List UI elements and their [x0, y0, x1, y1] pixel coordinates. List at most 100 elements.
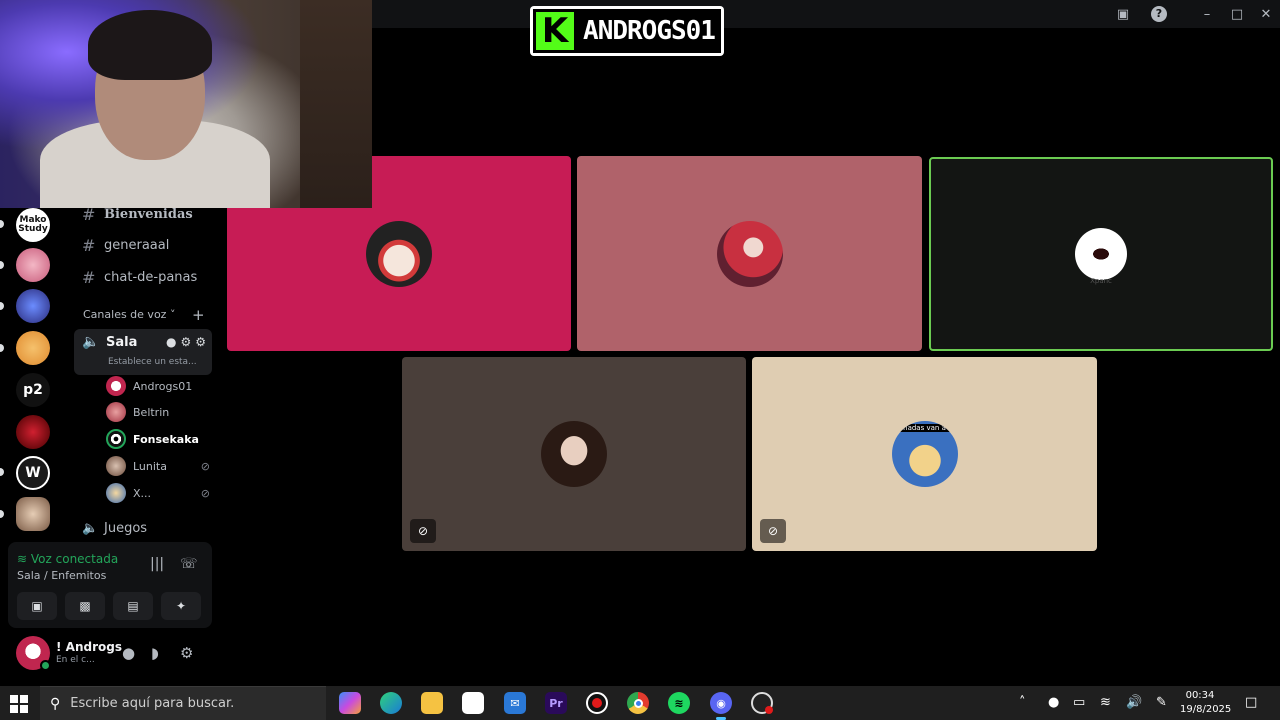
signal-icon: ≋	[17, 552, 28, 566]
screen-share-icon: ▩	[79, 599, 91, 613]
voice-user[interactable]: Beltrin	[106, 401, 216, 423]
pen-icon[interactable]: ✎	[1156, 695, 1167, 710]
chat-icon[interactable]: ●	[166, 335, 176, 349]
mail-icon[interactable]: ✉	[504, 692, 526, 714]
server-rail: Mako Study p2 W	[0, 208, 68, 538]
voice-category-header[interactable]: Canales de voz ˅	[83, 308, 175, 321]
microphone-icon[interactable]: ●	[1048, 695, 1059, 710]
voice-user[interactable]: Lunita ⊘	[106, 455, 216, 477]
close-icon[interactable]: ✕	[1256, 4, 1276, 24]
windows-taskbar: ⚲ Escribe aquí para buscar. ✉ Pr ≋ ◉ ˄ ●…	[0, 686, 1280, 720]
eye-avatar-icon	[1075, 228, 1127, 280]
file-explorer-icon[interactable]	[421, 692, 443, 714]
muted-mic-icon: ⊘	[410, 519, 436, 543]
avatar	[366, 220, 432, 287]
gamepad-icon: ▤	[127, 599, 139, 613]
wifi-icon[interactable]: ≋	[1100, 695, 1111, 710]
server-unread-pill	[0, 261, 4, 269]
hash-icon: #	[82, 267, 96, 287]
avatar	[106, 402, 126, 422]
server-mako-study[interactable]: Mako Study	[16, 208, 50, 242]
avatar	[106, 429, 126, 449]
voice-user-speaking[interactable]: Fonsekaka	[106, 428, 216, 450]
avatar	[106, 483, 126, 503]
minimize-icon[interactable]: –	[1197, 4, 1217, 24]
channel-chat-de-panas[interactable]: # chat-de-panas	[82, 266, 197, 288]
server-red-icon[interactable]	[16, 415, 50, 449]
muted-mic-icon: ⊘	[760, 519, 786, 543]
maximize-icon[interactable]: □	[1227, 4, 1247, 24]
avatar	[716, 220, 783, 287]
speaker-icon: 🔈	[82, 520, 99, 536]
edge-icon[interactable]	[380, 692, 402, 714]
webcam-background	[300, 0, 372, 208]
server-p2[interactable]: p2	[16, 373, 50, 407]
spotify-icon[interactable]: ≋	[668, 692, 690, 714]
avatar	[106, 456, 126, 476]
server-anime-icon[interactable]	[16, 248, 50, 282]
voice-user[interactable]: X... ⊘	[106, 482, 216, 504]
streamer-name: ANDROGS01	[577, 9, 721, 53]
chevron-down-icon: ˅	[169, 308, 176, 321]
recorder-icon[interactable]	[751, 692, 773, 714]
show-hidden-icons-chevron-icon[interactable]: ˄	[1019, 695, 1026, 710]
discord-window: ▣ ? – □ ✕ K ANDROGS01 Mako Study p2 W #	[0, 0, 1280, 686]
voice-channel-sala[interactable]: 🔈 Sala ● ⚙ ⚙ Establece un esta...	[74, 329, 212, 375]
search-icon: ⚲	[50, 695, 61, 712]
noise-suppression-icon[interactable]: |||	[150, 556, 164, 572]
server-dog-icon[interactable]	[16, 331, 50, 365]
add-channel-button[interactable]: +	[192, 306, 205, 324]
channel-list: # Bienvenidas # generaaal # chat-de-pana…	[68, 205, 220, 540]
webcam-overlay	[0, 0, 372, 208]
camera-off-button[interactable]: ▣	[17, 592, 57, 620]
windows-start-icon[interactable]	[10, 695, 28, 713]
obs-record-icon[interactable]	[586, 692, 608, 714]
voice-channel-juegos[interactable]: 🔈 Juegos	[82, 517, 147, 539]
participant-tile-lunita[interactable]: ⊘	[402, 357, 746, 551]
copilot-icon[interactable]	[339, 692, 361, 714]
premiere-pro-icon[interactable]: Pr	[545, 692, 567, 714]
avatar-caption: Xpanc	[1090, 277, 1112, 285]
participant-tile-fonsekaka-speaking[interactable]: Xpanc	[929, 157, 1273, 351]
participant-tile-x[interactable]: nadas van a ⊘	[752, 357, 1097, 551]
soundboard-button[interactable]: ✦	[161, 592, 201, 620]
chrome-icon[interactable]	[627, 692, 649, 714]
streamer-logo: K ANDROGS01	[530, 6, 724, 56]
server-unread-pill	[0, 468, 4, 476]
taskbar-clock[interactable]: 00:34 19/8/2025	[1180, 689, 1231, 717]
sala-actions: ● ⚙ ⚙	[166, 335, 206, 349]
server-unread-pill	[0, 344, 4, 352]
taskbar-search[interactable]: ⚲ Escribe aquí para buscar.	[40, 686, 326, 720]
screen-share-button[interactable]: ▩	[65, 592, 105, 620]
headphones-icon[interactable]: ◗	[151, 644, 159, 662]
gear-icon[interactable]: ⚙	[195, 335, 206, 349]
voice-connected-label[interactable]: ≋ Voz conectada	[17, 552, 118, 566]
soundboard-icon: ✦	[175, 599, 187, 613]
server-blue-icon[interactable]	[16, 289, 50, 323]
voice-connection-panel: ≋ Voz conectada Sala / Enfemitos ||| ☏ ▣…	[8, 542, 212, 628]
server-unread-pill	[0, 510, 4, 518]
microphone-icon[interactable]: ●	[122, 644, 135, 662]
muted-mic-icon: ⊘	[200, 459, 210, 473]
disconnect-icon[interactable]: ☏	[180, 556, 198, 572]
voice-user[interactable]: Androgs01	[106, 375, 216, 397]
server-unread-pill	[0, 302, 4, 310]
discord-icon[interactable]: ◉	[710, 692, 732, 720]
activities-button[interactable]: ▤	[113, 592, 153, 620]
notifications-icon[interactable]: □	[1245, 695, 1257, 710]
server-unread-pill	[0, 220, 4, 228]
server-person-icon[interactable]	[16, 497, 50, 531]
inbox-icon[interactable]: ▣	[1113, 4, 1133, 24]
battery-icon[interactable]: ▭	[1073, 695, 1085, 710]
invite-icon[interactable]: ⚙	[180, 335, 191, 349]
help-icon[interactable]: ?	[1149, 4, 1169, 24]
settings-gear-icon[interactable]: ⚙	[180, 644, 193, 662]
channel-generaaal[interactable]: # generaaal	[82, 234, 169, 256]
participant-tile-beltrin[interactable]	[577, 156, 922, 351]
volume-icon[interactable]: 🔊	[1126, 695, 1142, 710]
user-panel: ! Androgs En el c... ● ◗ ⚙	[8, 630, 212, 678]
server-w-icon[interactable]: W	[16, 456, 50, 490]
avatar	[106, 376, 126, 396]
microsoft-store-icon[interactable]	[462, 692, 484, 714]
voice-location[interactable]: Sala / Enfemitos	[17, 569, 106, 582]
